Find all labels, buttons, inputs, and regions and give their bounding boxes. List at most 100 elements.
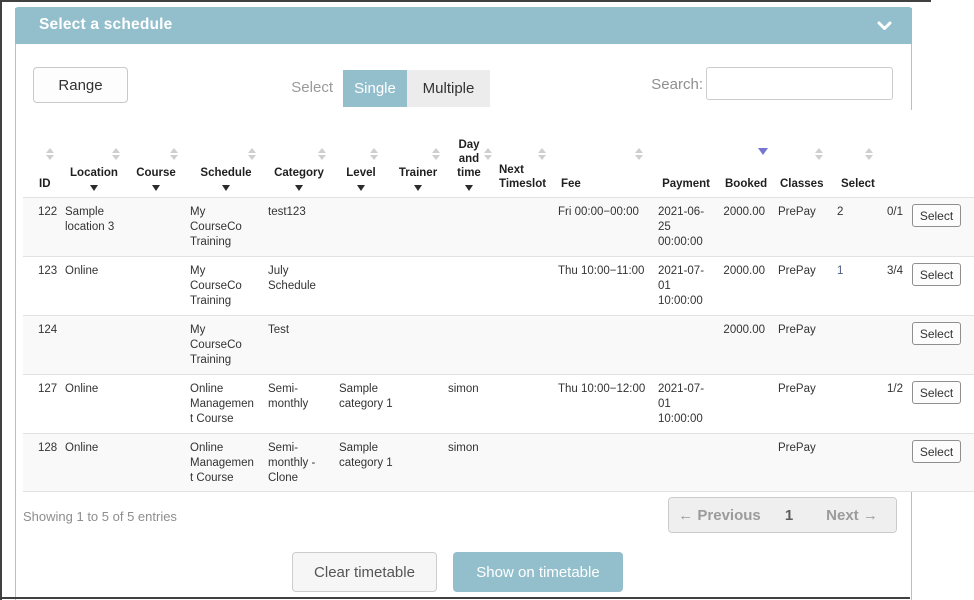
column-header-booked[interactable]: Booked — [725, 177, 771, 191]
column-header-label: Trainer — [399, 167, 437, 179]
column-header-location[interactable]: Location — [64, 166, 124, 191]
column-header-trainer[interactable]: Trainer — [388, 166, 448, 191]
cell-schedule: test123 — [268, 205, 330, 220]
single-mode-button[interactable]: Single — [343, 70, 407, 107]
cell-schedule: July Schedule — [268, 264, 330, 294]
column-header-payment[interactable]: Payment — [650, 177, 710, 191]
column-header-day_time[interactable]: Day and time — [447, 138, 491, 191]
sort-icon[interactable] — [370, 148, 378, 160]
table-body: 122Sample location 3My CourseCo Training… — [23, 197, 974, 492]
sort-icon[interactable] — [635, 148, 643, 160]
cell-course: My CourseCo Training — [190, 205, 254, 250]
column-header-select[interactable]: Select — [841, 177, 886, 191]
column-header-classes[interactable]: Classes — [780, 177, 830, 191]
sort-icon[interactable] — [432, 148, 440, 160]
cell-category: Sample category 1 — [339, 441, 395, 471]
cell-location: Online — [65, 382, 129, 397]
select-row-button[interactable]: Select — [912, 440, 961, 463]
column-header-next_timeslot[interactable]: Next Timeslot — [499, 163, 551, 191]
column-header-label: Payment — [662, 178, 710, 190]
sort-icon[interactable] — [484, 148, 492, 160]
column-filter-icon[interactable] — [357, 185, 365, 191]
cell-course: Online Management Course — [190, 441, 254, 486]
select-row-button[interactable]: Select — [912, 381, 961, 404]
previous-page-button[interactable]: ← Previous — [669, 498, 770, 532]
cell-schedule: Semi-monthly - Clone — [268, 441, 330, 486]
select-row-button[interactable]: Select — [912, 322, 961, 345]
sort-icon[interactable] — [865, 148, 873, 160]
cell-next_timeslot: 2021-06-25 00:00:00 — [658, 205, 716, 250]
page-number-button[interactable]: 1 — [770, 498, 808, 532]
column-filter-icon[interactable] — [222, 185, 230, 191]
frame-border-top — [0, 0, 931, 2]
clear-timetable-button[interactable]: Clear timetable — [292, 552, 437, 592]
cell-classes: 3/4 — [855, 264, 903, 279]
cell-fee: 2000.00 — [720, 264, 765, 279]
column-header-label: Day and time — [457, 139, 481, 179]
column-header-schedule[interactable]: Schedule — [191, 166, 261, 191]
column-filter-icon[interactable] — [90, 185, 98, 191]
cell-trainer: simon — [448, 441, 518, 456]
column-header-label: Schedule — [200, 167, 251, 179]
cell-day_time: Thu 10:00−12:00 — [558, 382, 668, 397]
range-button[interactable]: Range — [33, 67, 128, 103]
sort-icon[interactable] — [318, 148, 326, 160]
cell-id: 128 — [38, 441, 68, 456]
cell-next_timeslot: 2021-07-01 10:00:00 — [658, 264, 716, 309]
column-header-course[interactable]: Course — [126, 166, 186, 191]
cell-day_time: Fri 00:00−00:00 — [558, 205, 668, 220]
table-row: 124My CourseCo TrainingTest2000.00PrePay… — [23, 315, 974, 374]
cell-classes: 0/1 — [855, 205, 903, 220]
cell-location: Online — [65, 441, 129, 456]
showing-entries-label: Showing 1 to 5 of 5 entries — [23, 509, 177, 524]
cell-day_time: Thu 10:00−11:00 — [558, 264, 668, 279]
cell-schedule: Test — [268, 323, 330, 338]
table-row: 128Online Online Management Course Semi-mo… — [23, 433, 974, 492]
sort-icon[interactable] — [46, 148, 54, 160]
column-header-fee[interactable]: Fee — [561, 177, 601, 191]
column-header-label: Select — [841, 178, 875, 190]
pagination: ← Previous 1 Next → — [668, 497, 897, 533]
cell-schedule: Semi-monthly — [268, 382, 330, 412]
cell-category: Sample category 1 — [339, 382, 395, 412]
sort-desc-icon[interactable] — [758, 148, 768, 155]
cell-course: Online Management Course — [190, 382, 254, 427]
column-header-label: Booked — [725, 178, 767, 190]
column-header-label: Next Timeslot — [499, 164, 546, 190]
column-filter-icon[interactable] — [465, 185, 473, 191]
select-row-button[interactable]: Select — [912, 263, 961, 286]
column-header-label: Fee — [561, 178, 581, 190]
table-row: 127Online Online Management Course Semi-mo… — [23, 374, 974, 433]
window: Select a schedule Range Select Single Mu… — [0, 0, 974, 600]
cell-id: 127 — [38, 382, 68, 397]
chevron-down-icon[interactable] — [877, 21, 892, 31]
search-label: Search: — [630, 76, 703, 93]
column-header-label: Course — [136, 167, 176, 179]
column-header-level[interactable]: Level — [336, 166, 386, 191]
search-input[interactable] — [706, 67, 893, 100]
panel-header[interactable]: Select a schedule — [15, 7, 912, 44]
cell-location: Sample location 3 — [65, 205, 129, 235]
show-on-timetable-button[interactable]: Show on timetable — [453, 552, 623, 592]
column-header-category[interactable]: Category — [264, 166, 334, 191]
sort-icon[interactable] — [170, 148, 178, 160]
column-filter-icon[interactable] — [414, 185, 422, 191]
sort-icon[interactable] — [815, 148, 823, 160]
next-page-button[interactable]: Next → — [808, 498, 896, 532]
select-row-button[interactable]: Select — [912, 204, 961, 227]
sort-icon[interactable] — [248, 148, 256, 160]
sort-icon[interactable] — [538, 148, 546, 160]
cell-classes: 1/2 — [855, 382, 903, 397]
column-filter-icon[interactable] — [152, 185, 160, 191]
multiple-mode-button[interactable]: Multiple — [407, 70, 490, 107]
column-filter-icon[interactable] — [295, 185, 303, 191]
table-row: 122Sample location 3My CourseCo Training… — [23, 197, 974, 256]
cell-fee: 2000.00 — [720, 205, 765, 220]
select-mode-label: Select — [240, 79, 333, 96]
cell-payment: PrePay — [778, 323, 838, 338]
cell-next_timeslot: 2021-07-01 10:00:00 — [658, 382, 716, 427]
sort-icon[interactable] — [112, 148, 120, 160]
cell-location: Online — [65, 264, 129, 279]
cell-payment: PrePay — [778, 441, 838, 456]
column-header-label: Location — [70, 167, 118, 179]
